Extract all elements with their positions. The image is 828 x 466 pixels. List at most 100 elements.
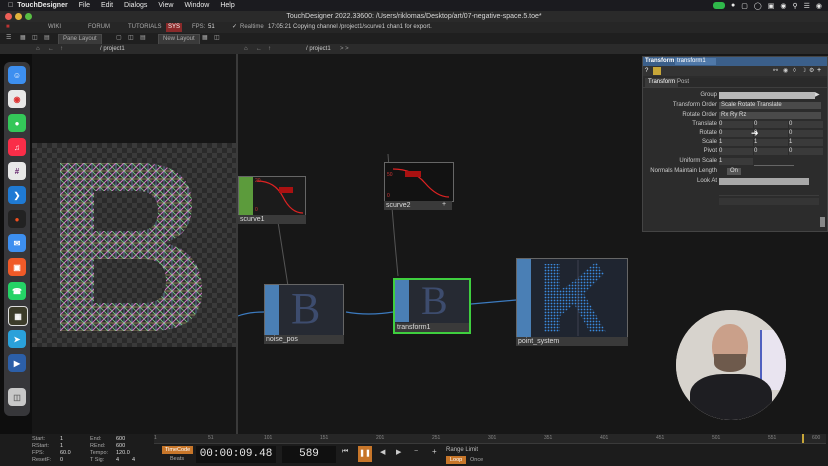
control-center-icon[interactable]: ☰ [804,2,810,10]
telegram-icon[interactable]: ➤ [8,330,26,348]
playhead[interactable] [802,434,804,443]
live-icon[interactable]: ▶ [8,354,26,372]
net-pane-path[interactable]: / project1 [306,44,331,54]
scurve1-label[interactable]: scurve1 [238,215,306,224]
node-transform1[interactable]: B transform1 [393,278,471,334]
realtime-checkbox[interactable]: ✓ [232,22,237,33]
left-pane-up-icon[interactable]: ↑ [60,44,63,54]
pane-grid-icon[interactable]: ▤ [44,33,50,44]
python-icon[interactable]: ◊ [793,66,796,76]
pane-layout-icon[interactable]: ▦ [20,33,26,44]
pane-split-icon[interactable]: ◫ [32,33,38,44]
siri-icon[interactable]: ◉ [816,2,822,10]
status-icon-e[interactable]: ◉ [780,2,786,10]
add-icon[interactable]: + [817,66,821,76]
step-back-icon[interactable]: ◀ [380,448,385,456]
rewind-icon[interactable]: ⏮ [342,448,348,456]
scurve2-viewer[interactable]: 50 0 [384,162,454,202]
tutorials-link[interactable]: TUTORIALS [128,22,162,33]
noise-pos-viewer[interactable]: B [264,284,344,336]
scurve1-flags[interactable] [239,177,253,215]
moon-icon[interactable]: ☽ [801,66,806,76]
net-pane-home-icon[interactable]: ⌂ [244,44,248,54]
param-pivot-y[interactable]: 0 [754,148,788,155]
left-pane-home-icon[interactable]: ⌂ [36,44,40,54]
tab-transform[interactable]: Transform [645,78,679,87]
start-value[interactable]: 1 [60,436,63,443]
param-uniform-scale-slider[interactable] [754,158,794,166]
param-group-arrow-icon[interactable]: ▶ [815,92,823,99]
info-icon[interactable] [653,67,661,75]
once-toggle[interactable]: Once [470,456,483,464]
layout-d-icon[interactable]: ▦ [202,33,208,44]
search-icon[interactable]: ⚲ [792,2,797,10]
net-pane-nav[interactable]: > > [340,44,349,54]
param-rotate-x[interactable]: 0 [719,130,753,137]
left-pane-back-icon[interactable]: ← [48,44,54,54]
eye-icon[interactable]: ◉ [783,66,788,76]
time-display[interactable]: 00:00:09.48 [196,446,276,463]
viewer-pane[interactable] [32,54,236,434]
status-icon-a[interactable]: ● [731,2,735,9]
td-logo-icon[interactable]: ■ [6,22,10,33]
gear-icon[interactable]: ⚙ [809,66,814,76]
param-scale-x[interactable]: 1 [719,139,753,146]
mail-icon[interactable]: ✉ [8,234,26,252]
param-pivot-x[interactable]: 0 [719,148,753,155]
link-icon[interactable]: ⚯ [773,66,778,76]
whatsapp-icon[interactable]: ☎ [8,282,26,300]
rstart-value[interactable]: 1 [60,443,63,450]
parameter-panel[interactable]: Transform transform1 ? ⚯ ◉ ◊ ☽ ⚙ + Trans… [642,56,828,232]
app-menu[interactable]: TouchDesigner [17,2,67,9]
node-scurve1[interactable]: 20 0 scurve1 [238,176,306,224]
menu-window[interactable]: Window [184,2,209,9]
scurve1-viewer[interactable]: 20 0 [238,176,306,216]
point-system-flags[interactable] [517,259,531,337]
loop-toggle[interactable]: Loop [446,456,467,464]
param-normals-toggle[interactable]: On [727,168,741,175]
param-rotate-order-menu[interactable]: Rx Ry Rz [719,112,821,119]
param-rotate-y[interactable]: 0 [754,130,788,137]
plus-icon[interactable]: + [432,447,437,456]
rend-value[interactable]: 600 [116,443,125,450]
tsig-b-value[interactable]: 4 [132,457,135,464]
trash-icon[interactable]: ◫ [8,388,26,406]
camera-icon[interactable] [713,2,726,9]
wiki-link[interactable]: WIKI [48,22,61,33]
menu-file[interactable]: File [79,2,90,9]
menu-edit[interactable]: Edit [101,2,113,9]
menu-dialogs[interactable]: Dialogs [124,2,147,9]
transform1-viewer[interactable]: B transform1 [393,278,471,334]
param-scrollbar[interactable] [820,217,825,227]
slack-icon[interactable]: # [8,162,26,180]
minus-icon[interactable]: − [414,448,418,455]
pause-button[interactable]: ❚❚ [358,446,372,462]
resetf-value[interactable]: 0 [60,457,63,464]
apple-icon[interactable]:  [8,2,13,9]
param-translate-x[interactable]: 0 [719,121,753,128]
point-system-viewer[interactable] [516,258,628,338]
beats-toggle[interactable]: Beats [170,455,184,463]
net-pane-up-icon[interactable]: ↑ [268,44,271,54]
messages-icon[interactable]: ● [8,114,26,132]
left-pane-path[interactable]: / project1 [100,44,125,54]
figma-icon[interactable]: ● [8,210,26,228]
param-rotate-z[interactable]: 0 [789,130,823,137]
param-scale-y[interactable]: 1 [754,139,788,146]
close-window-button[interactable] [5,13,12,20]
status-icon-b[interactable]: ▢ [741,2,748,10]
frame-display[interactable]: 589 [282,446,336,463]
transform1-label[interactable]: transform1 [395,323,469,332]
param-pivot-z[interactable]: 0 [789,148,823,155]
forum-link[interactable]: FORUM [88,22,110,33]
tempo-value[interactable]: 120.0 [116,450,130,457]
layout-c-icon[interactable]: ▤ [140,33,146,44]
layout-b-icon[interactable]: ◫ [128,33,134,44]
noise-pos-flags[interactable] [265,285,279,335]
node-point-system[interactable]: point_system [516,258,628,346]
realtime-label[interactable]: Realtime [240,22,264,33]
param-uniform-scale-field[interactable]: 1 [719,158,753,165]
play-icon[interactable]: ▶ [396,448,401,456]
chrome-icon[interactable]: ◉ [8,90,26,108]
menu-help[interactable]: Help [220,2,234,9]
